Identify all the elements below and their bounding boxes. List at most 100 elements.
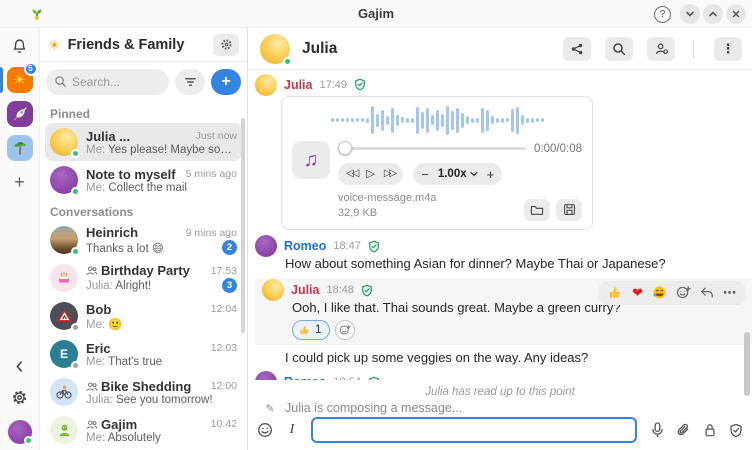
- waveform-bar: [386, 116, 389, 125]
- chat-name: Gajim: [86, 417, 205, 432]
- chat-name: Bike Shedding: [86, 379, 205, 394]
- collapse-sidebar-button[interactable]: [13, 360, 26, 373]
- share-button[interactable]: [563, 37, 591, 61]
- add-reaction-button[interactable]: [335, 320, 355, 340]
- message-hover-toolbar: ❤ ⋯: [599, 281, 745, 305]
- waveform-bar: [521, 115, 524, 125]
- list-item[interactable]: Note to myself5 mins agoMe: Collect the …: [45, 161, 242, 199]
- heart-icon[interactable]: ❤: [632, 286, 643, 299]
- waveform-bar: [481, 108, 484, 133]
- reply-icon[interactable]: [700, 286, 714, 299]
- waveform-bar: [466, 116, 469, 124]
- laughing-emoji-icon[interactable]: [652, 285, 667, 300]
- list-item[interactable]: Bike Shedding12:00Julia: See you tomorro…: [45, 373, 242, 411]
- chat-preview: Me: That's true: [86, 356, 237, 368]
- search-chat-button[interactable]: [605, 37, 633, 61]
- workspace-palm[interactable]: [7, 135, 33, 161]
- maximize-button[interactable]: [703, 4, 723, 24]
- message-text: How about something Asian for dinner? Ma…: [285, 255, 752, 273]
- waveform-bar: [416, 107, 419, 134]
- waveform-bar: [391, 108, 394, 133]
- waveform-bar: [336, 118, 339, 122]
- account-avatar[interactable]: [8, 420, 32, 444]
- message-header: Romeo 18:54: [255, 374, 752, 380]
- message-header: Romeo 18:47: [255, 238, 752, 255]
- chat-time: 9 mins ago: [186, 227, 237, 239]
- list-item[interactable]: Heinrich9 mins agoThanks a lot 😄2: [45, 221, 242, 259]
- chat-preview: Me: Collect the mail: [86, 182, 237, 194]
- waveform-bar: [371, 106, 374, 134]
- list-item[interactable]: Birthday Party17:53Julia: Alright!3: [45, 259, 242, 297]
- rewind-button[interactable]: ◁◁: [346, 169, 357, 179]
- notifications-bell-icon[interactable]: [11, 38, 28, 55]
- speed-dropdown[interactable]: 1.00x: [438, 168, 478, 180]
- group-chat-icon: [86, 381, 98, 392]
- format-button[interactable]: I: [285, 422, 299, 438]
- slider-track[interactable]: [338, 147, 526, 150]
- start-chat-button[interactable]: +: [211, 69, 241, 95]
- minimize-button[interactable]: [680, 4, 700, 24]
- waveform-bar: [541, 118, 544, 122]
- preview-sender: Me:: [86, 144, 108, 156]
- chat-preview: Me: 🙂: [86, 317, 237, 331]
- forward-button[interactable]: ▷▷: [384, 169, 395, 179]
- workspace-friends-family[interactable]: ☀ 5: [7, 67, 33, 93]
- waveform-bar: [361, 118, 364, 122]
- send-settings-shield-icon[interactable]: [729, 423, 743, 438]
- emoji-button[interactable]: [257, 422, 273, 438]
- reaction-chip[interactable]: 1: [292, 320, 330, 340]
- chat-name: Bob: [86, 302, 205, 317]
- encryption-shield-icon: [368, 240, 380, 253]
- message-input[interactable]: [311, 417, 637, 443]
- workspace-settings-button[interactable]: [213, 34, 239, 56]
- encryption-shield-icon: [361, 284, 373, 297]
- avatar: [50, 226, 78, 254]
- playback-slider[interactable]: 0:00/0:08: [338, 141, 582, 156]
- avatar: [50, 302, 78, 330]
- chat-scrollbar[interactable]: [744, 332, 750, 396]
- add-reaction-icon[interactable]: [676, 285, 691, 300]
- thumbs-up-icon[interactable]: [608, 285, 623, 300]
- chat-preview: Julia: Alright!: [86, 280, 216, 292]
- waveform-bar: [486, 110, 489, 131]
- playback-time: 0:00/0:08: [534, 143, 582, 155]
- more-options-icon[interactable]: ⋯: [723, 286, 736, 299]
- thumbs-up-icon: [299, 324, 311, 336]
- filter-button[interactable]: [175, 69, 205, 95]
- waveform-bar: [491, 116, 494, 124]
- read-marker: Julia has read up to this point: [248, 386, 752, 398]
- list-item[interactable]: EEric12:03Me: That's true: [45, 335, 242, 373]
- close-button[interactable]: [726, 4, 746, 24]
- chat-menu-button[interactable]: ⋮: [714, 37, 742, 61]
- encryption-lock-icon[interactable]: [703, 422, 717, 438]
- chat-name: Heinrich: [86, 225, 180, 240]
- workspace-rocket[interactable]: [7, 101, 33, 127]
- help-button[interactable]: ?: [654, 6, 671, 23]
- sun-icon: ☀: [13, 73, 26, 88]
- list-item[interactable]: Julia ...Just nowMe: Yes please! Maybe s…: [45, 123, 242, 161]
- open-folder-button[interactable]: [524, 199, 550, 221]
- contact-details-button[interactable]: [647, 37, 675, 61]
- chat-preview: Julia: See you tomorrow!: [86, 394, 237, 406]
- waveform-bar: [401, 117, 404, 123]
- settings-gear-icon[interactable]: [11, 389, 28, 406]
- save-file-button[interactable]: [556, 199, 582, 221]
- chat-time: 17:53: [211, 265, 237, 277]
- speed-down-button[interactable]: −: [421, 168, 429, 181]
- list-item[interactable]: Gajim10:42Me: Absolutely: [45, 411, 242, 449]
- chevron-down-icon: [470, 171, 478, 177]
- waveform-bar: [396, 115, 399, 126]
- play-button[interactable]: ▷: [366, 169, 374, 180]
- attach-file-button[interactable]: [676, 422, 691, 438]
- list-item[interactable]: Bob12:04Me: 🙂: [45, 297, 242, 335]
- voice-message-button[interactable]: [651, 422, 664, 438]
- add-workspace-button[interactable]: +: [14, 173, 25, 191]
- transport-controls: ◁◁ ▷ ▷▷: [338, 163, 403, 185]
- message-time: 18:48: [327, 284, 355, 296]
- avatar: [50, 264, 78, 292]
- chat-list-scrollbar[interactable]: [241, 118, 245, 333]
- pinned-list: Julia ...Just nowMe: Yes please! Maybe s…: [40, 123, 247, 199]
- speed-up-button[interactable]: +: [487, 168, 495, 181]
- waveform-bar: [341, 118, 344, 122]
- slider-knob[interactable]: [338, 141, 352, 155]
